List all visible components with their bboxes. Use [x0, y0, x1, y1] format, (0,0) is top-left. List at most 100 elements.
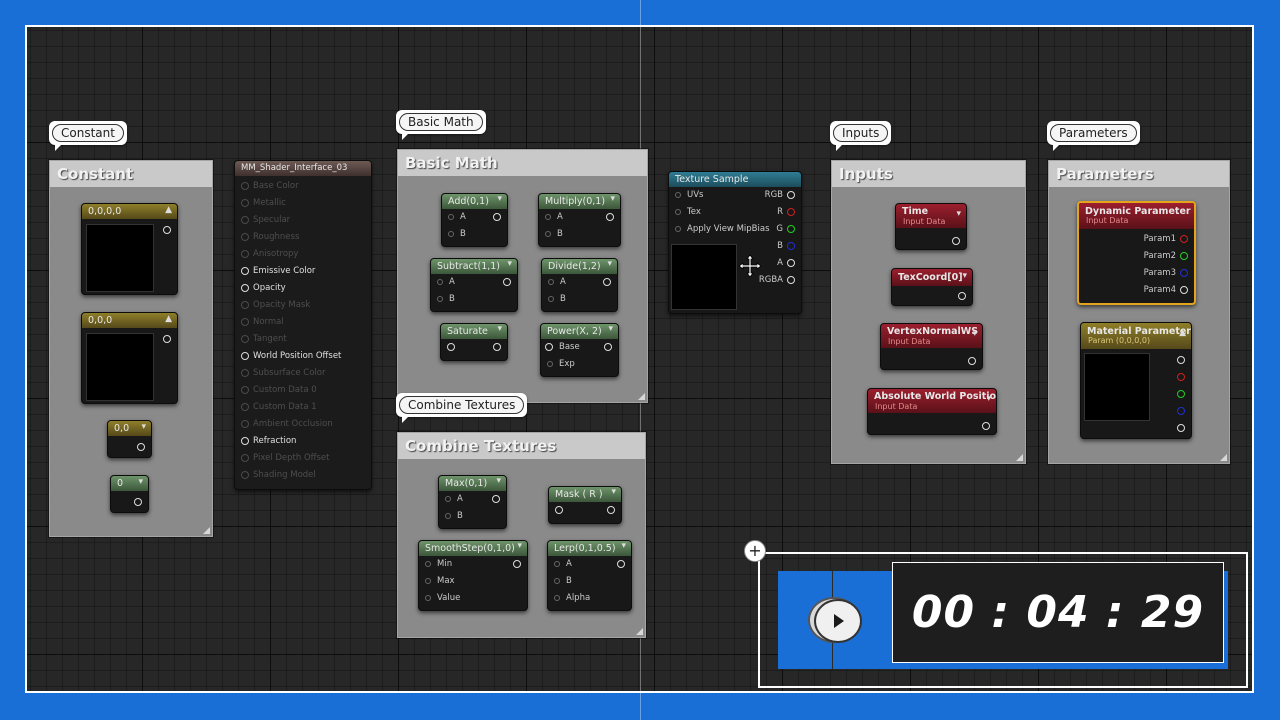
comment-bubble-basic-math[interactable]: Basic Math: [396, 110, 486, 140]
input-pin[interactable]: [425, 561, 431, 567]
lerp-node[interactable]: Lerp(0,1,0.5) ▾ A B Alpha: [547, 540, 632, 611]
param-pin-row[interactable]: [1171, 386, 1191, 403]
comment-bubble-inputs[interactable]: Inputs: [830, 121, 892, 151]
material-pin-row[interactable]: Custom Data 1: [235, 399, 371, 416]
input-pin[interactable]: [445, 513, 451, 519]
pin-value[interactable]: Value: [419, 590, 527, 607]
input-pin[interactable]: [241, 454, 249, 462]
pin-in-out[interactable]: [441, 339, 507, 356]
material-pin-row[interactable]: Opacity Mask: [235, 297, 371, 314]
input-pin[interactable]: [445, 496, 451, 502]
divide-node[interactable]: Divide(1,2) ▾ A B: [541, 258, 618, 312]
output-pin[interactable]: [1180, 235, 1188, 243]
input-pin[interactable]: [548, 296, 554, 302]
input-pin[interactable]: [425, 578, 431, 584]
param-pin-row[interactable]: [1171, 369, 1191, 386]
chevron-up-icon[interactable]: ▲: [1179, 328, 1186, 338]
pin-max[interactable]: Max: [419, 573, 527, 590]
input-pin[interactable]: [554, 578, 560, 584]
power-node[interactable]: Power(X, 2) ▾ Base Exp: [540, 323, 619, 377]
pin-b[interactable]: B: [442, 226, 507, 243]
plus-icon[interactable]: +: [744, 540, 766, 562]
texture-sample-node[interactable]: Texture Sample UVs RGB Tex R Apply View MipB…: [668, 171, 802, 314]
max-node[interactable]: Max(0,1) ▾ A B: [438, 475, 507, 529]
input-pin[interactable]: [241, 369, 249, 377]
input-pin[interactable]: [241, 182, 249, 190]
input-pin[interactable]: [425, 595, 431, 601]
output-pin[interactable]: [787, 242, 795, 250]
input-pin[interactable]: [241, 420, 249, 428]
constant-scalar-node[interactable]: 0 ▾: [110, 475, 149, 513]
input-pin[interactable]: [241, 284, 249, 292]
pin-a[interactable]: A: [542, 274, 617, 291]
chevron-down-icon[interactable]: ▾: [141, 422, 146, 432]
material-pin-row[interactable]: Pixel Depth Offset: [235, 450, 371, 467]
output-pin[interactable]: [1177, 373, 1185, 381]
input-pin[interactable]: [241, 267, 249, 275]
chevron-up-icon[interactable]: ▲: [165, 205, 172, 215]
input-pin[interactable]: [675, 226, 681, 232]
texture-pin-row[interactable]: Apply View MipBias G: [669, 221, 801, 238]
output-pin[interactable]: [163, 335, 171, 343]
output-pin[interactable]: [134, 498, 142, 506]
material-pin-row[interactable]: Tangent: [235, 331, 371, 348]
pin-b[interactable]: B: [431, 291, 517, 308]
mask-node[interactable]: Mask ( R ) ▾: [548, 486, 622, 524]
material-pin-row[interactable]: Custom Data 0: [235, 382, 371, 399]
chevron-up-icon[interactable]: ▲: [165, 314, 172, 324]
constant2vector-node[interactable]: 0,0 ▾: [107, 420, 152, 458]
material-pin-row[interactable]: Refraction: [235, 433, 371, 450]
input-pin[interactable]: [547, 361, 553, 367]
output-pin[interactable]: [493, 343, 501, 351]
resize-handle-icon[interactable]: [636, 628, 643, 635]
output-pin[interactable]: [137, 443, 145, 451]
output-pin[interactable]: [787, 191, 795, 199]
pin-alpha[interactable]: Alpha: [548, 590, 631, 607]
material-pin-row[interactable]: World Position Offset: [235, 348, 371, 365]
input-pin[interactable]: [241, 471, 249, 479]
output-pin[interactable]: [493, 213, 501, 221]
saturate-node[interactable]: Saturate ▾: [440, 323, 508, 361]
input-pin[interactable]: [437, 296, 443, 302]
param-pin-row[interactable]: [1171, 420, 1191, 437]
param-pin-row[interactable]: Param4: [1079, 282, 1194, 299]
constant4vector-node[interactable]: 0,0,0,0 ▲: [81, 203, 178, 295]
resize-handle-icon[interactable]: [1016, 454, 1023, 461]
material-parameter-node[interactable]: Material Parameter Param (0,0,0,0) ▲: [1080, 322, 1192, 439]
pin-a[interactable]: A: [439, 491, 506, 508]
subtract-node[interactable]: Subtract(1,1) ▾ A B: [430, 258, 518, 312]
material-pin-row[interactable]: Base Color: [235, 178, 371, 195]
input-pin[interactable]: [548, 279, 554, 285]
output-pin[interactable]: [952, 237, 960, 245]
output-pin[interactable]: [503, 278, 511, 286]
chevron-down-icon[interactable]: ▾: [496, 476, 501, 486]
input-pin[interactable]: [555, 506, 563, 514]
param-pin-row[interactable]: [1171, 403, 1191, 420]
pin-a[interactable]: A: [442, 209, 507, 226]
material-pin-row[interactable]: Anisotropy: [235, 246, 371, 263]
material-pin-row[interactable]: Roughness: [235, 229, 371, 246]
material-pin-row[interactable]: Emissive Color: [235, 263, 371, 280]
dynamic-parameter-node[interactable]: Dynamic Parameter Input Data Param1 Param…: [1077, 201, 1196, 305]
pin-a[interactable]: A: [431, 274, 517, 291]
output-pin[interactable]: [513, 560, 521, 568]
input-pin[interactable]: [241, 301, 249, 309]
comment-bubble-constant[interactable]: Constant: [49, 121, 127, 151]
chevron-down-icon[interactable]: ▾: [517, 541, 522, 551]
output-pin[interactable]: [787, 208, 795, 216]
input-pin[interactable]: [241, 199, 249, 207]
param-pin-row[interactable]: Param2: [1079, 248, 1194, 265]
output-pin[interactable]: [1180, 286, 1188, 294]
constant3vector-node[interactable]: 0,0,0 ▲: [81, 312, 178, 404]
pin-exp[interactable]: Exp: [541, 356, 618, 373]
chevron-down-icon[interactable]: ▾: [607, 259, 612, 269]
input-pin[interactable]: [675, 209, 681, 215]
chevron-down-icon[interactable]: ▾: [956, 209, 961, 219]
material-pin-row[interactable]: Shading Model: [235, 467, 371, 484]
input-pin[interactable]: [448, 214, 454, 220]
input-pin[interactable]: [241, 233, 249, 241]
comment-bubble-parameters[interactable]: Parameters: [1047, 121, 1140, 151]
texcoord-node[interactable]: TexCoord[0] ▾: [891, 268, 973, 306]
chevron-down-icon[interactable]: ▾: [621, 541, 626, 551]
chevron-down-icon[interactable]: ▾: [138, 477, 143, 487]
